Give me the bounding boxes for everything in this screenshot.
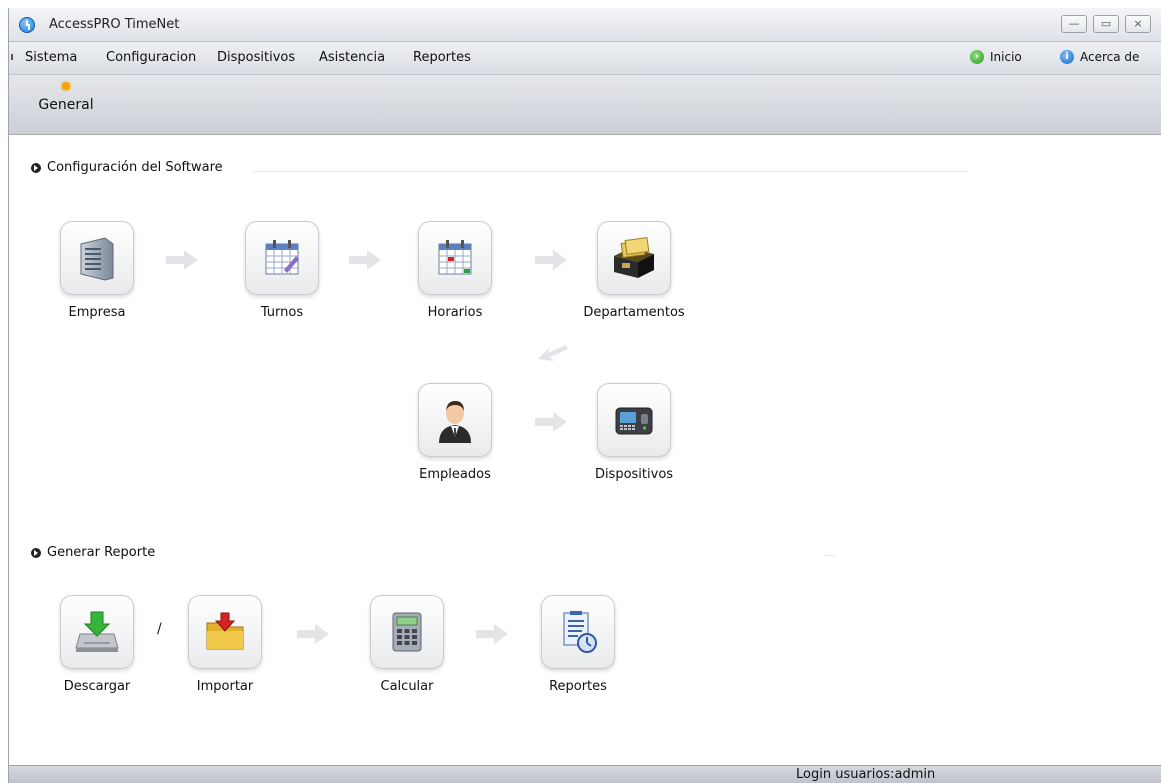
calcular-button[interactable]	[370, 595, 444, 669]
turnos-button[interactable]	[245, 221, 319, 295]
config-section-label: Configuración del Software	[47, 160, 223, 175]
calculator-icon	[392, 612, 422, 652]
terminal-device-icon	[615, 407, 653, 435]
menu-bar: Sistema Configuracion Dispositivos Asist…	[9, 42, 1161, 75]
menu-sistema[interactable]: Sistema	[25, 50, 77, 65]
home-icon: ›	[970, 50, 984, 64]
horarios-label: Horarios	[427, 305, 483, 320]
status-bar: Login usuarios:admin	[9, 765, 1161, 783]
dispositivos-label: Dispositivos	[594, 467, 674, 482]
close-button[interactable]: ×	[1125, 15, 1151, 33]
card-file-box-icon	[614, 236, 654, 278]
login-status: Login usuarios:admin	[796, 767, 936, 782]
bullet-arrow-icon	[31, 547, 41, 558]
general-button[interactable]: ✹ General	[31, 77, 101, 114]
about-link[interactable]: i Acerca de	[1060, 50, 1139, 64]
menu-dispositivos[interactable]: Dispositivos	[217, 50, 295, 65]
window-title: AccessPRO TimeNet	[49, 17, 180, 32]
turnos-label: Turnos	[260, 305, 304, 320]
app-window: AccessPRO TimeNet — ▭ × Sistema Configur…	[8, 8, 1161, 783]
horarios-button[interactable]	[418, 221, 492, 295]
menu-configuracion[interactable]: Configuracion	[106, 50, 196, 65]
report-section-label: Generar Reporte	[47, 545, 156, 560]
descargar-button[interactable]	[60, 595, 134, 669]
home-label: Inicio	[990, 50, 1022, 64]
reportes-button[interactable]	[541, 595, 615, 669]
descargar-label: Descargar	[63, 679, 131, 694]
report-section-title: Generar Reporte	[31, 545, 155, 560]
importar-button[interactable]	[188, 595, 262, 669]
clock-app-icon	[19, 17, 35, 33]
report-clipboard-icon	[563, 611, 597, 653]
menu-edge-mark	[11, 54, 13, 60]
config-section-title: Configuración del Software	[31, 160, 223, 175]
departamentos-label: Departamentos	[583, 305, 685, 320]
toolbar: ✹ General	[9, 75, 1161, 135]
empresa-label: Empresa	[68, 305, 126, 320]
building-icon	[80, 237, 114, 281]
report-section-divider	[823, 555, 835, 556]
import-folder-icon	[206, 612, 244, 650]
minimize-button[interactable]: —	[1061, 15, 1087, 33]
info-icon: i	[1060, 50, 1074, 64]
reportes-label: Reportes	[549, 679, 607, 694]
calendar-icon	[438, 240, 472, 275]
arrow-right-icon	[349, 250, 381, 270]
importar-label: Importar	[196, 679, 254, 694]
title-bar: AccessPRO TimeNet — ▭ ×	[9, 8, 1161, 42]
empleados-button[interactable]	[418, 383, 492, 457]
home-link[interactable]: › Inicio	[970, 50, 1022, 64]
bullet-arrow-icon	[31, 162, 41, 173]
arrow-right-icon	[297, 624, 329, 644]
departamentos-button[interactable]	[597, 221, 671, 295]
calcular-label: Calcular	[380, 679, 434, 694]
calendar-edit-icon	[265, 240, 299, 275]
separator-slash: /	[157, 621, 162, 637]
config-section-divider	[253, 171, 969, 172]
arrow-right-icon	[476, 624, 508, 644]
arrow-down-left-icon	[538, 345, 568, 361]
empleados-label: Empleados	[419, 467, 491, 482]
employee-icon	[439, 401, 471, 443]
empresa-button[interactable]	[60, 221, 134, 295]
menu-asistencia[interactable]: Asistencia	[319, 50, 385, 65]
about-label: Acerca de	[1080, 50, 1140, 64]
maximize-button[interactable]: ▭	[1093, 15, 1119, 33]
general-label: General	[38, 97, 94, 113]
menu-reportes[interactable]: Reportes	[413, 50, 471, 65]
dispositivos-button[interactable]	[597, 383, 671, 457]
arrow-right-icon	[535, 412, 567, 432]
arrow-right-icon	[166, 250, 198, 270]
arrow-right-icon	[535, 250, 567, 270]
window-controls: — ▭ ×	[1061, 15, 1151, 33]
download-drive-icon	[75, 611, 119, 652]
gear-icon: ✹	[59, 77, 73, 96]
